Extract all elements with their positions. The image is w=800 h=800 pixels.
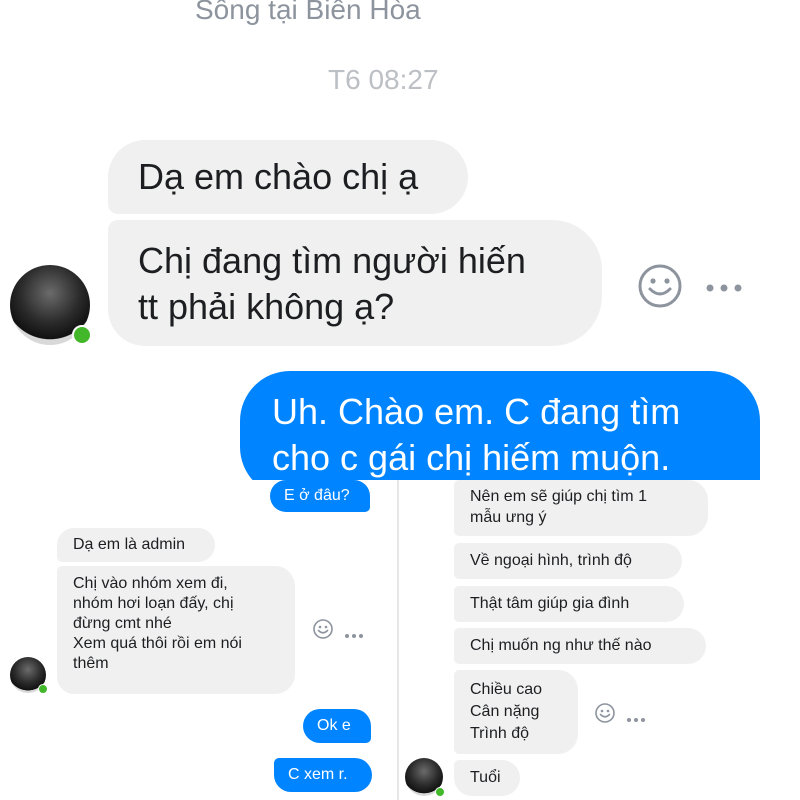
contact-avatar[interactable]: [405, 758, 445, 797]
contact-avatar[interactable]: [10, 265, 92, 345]
more-dots-icon[interactable]: [344, 626, 364, 638]
more-dots-icon[interactable]: [705, 280, 745, 292]
online-status-indicator: [38, 684, 48, 694]
message-out[interactable]: Uh. Chào em. C đang tìm cho c gái chị hi…: [240, 371, 760, 497]
smiley-face-icon[interactable]: [636, 262, 684, 310]
collage-divider: [397, 480, 399, 800]
message-in[interactable]: Chị đang tìm người hiến tt phải không ạ?: [108, 220, 602, 346]
message-in[interactable]: Chị muốn ng như thế nào: [454, 628, 706, 664]
message-out[interactable]: Ok e: [303, 709, 371, 743]
message-in[interactable]: Nên em sẽ giúp chị tìm 1 mẫu ưng ý: [454, 480, 708, 536]
smiley-face-icon[interactable]: [312, 618, 334, 640]
message-in[interactable]: Dạ em chào chị ạ: [108, 140, 468, 214]
message-in[interactable]: Dạ em là admin: [57, 528, 215, 562]
message-in[interactable]: Tuổi: [454, 760, 520, 796]
message-in[interactable]: Chiều cao Cân nặng Trình độ: [454, 670, 578, 754]
message-out[interactable]: C xem r.: [274, 758, 372, 792]
message-in[interactable]: Thật tâm giúp gia đình: [454, 586, 684, 622]
online-status-indicator: [435, 787, 445, 797]
online-status-indicator: [72, 325, 92, 345]
smiley-face-icon[interactable]: [594, 702, 616, 724]
chat-header-location: Sống tại Biên Hòa: [195, 0, 421, 25]
message-in[interactable]: Chị vào nhóm xem đi, nhóm hơi loạn đấy, …: [57, 566, 295, 694]
contact-avatar[interactable]: [10, 657, 48, 694]
more-dots-icon[interactable]: [626, 710, 646, 722]
message-timestamp: T6 08:27: [328, 64, 439, 95]
message-out[interactable]: E ở đâu?: [270, 480, 370, 512]
message-in[interactable]: Về ngoại hình, trình độ: [454, 543, 682, 579]
